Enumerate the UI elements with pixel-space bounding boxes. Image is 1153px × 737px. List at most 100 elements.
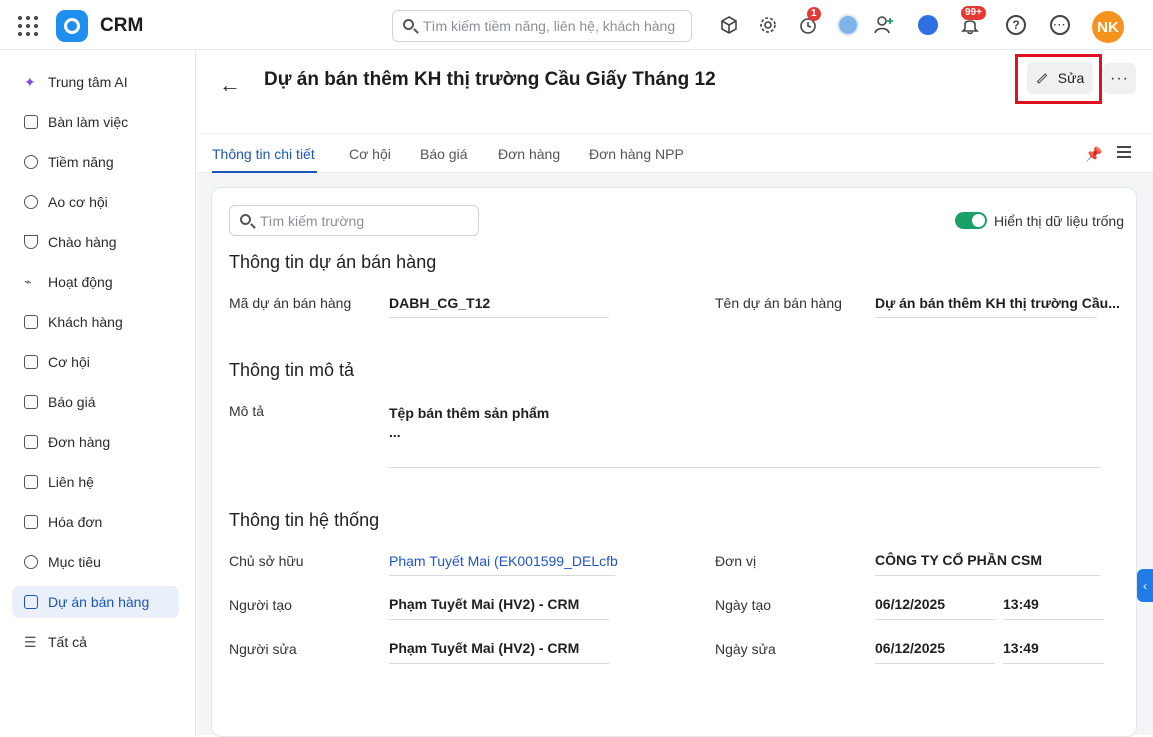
box-search-icon[interactable] [717, 13, 741, 37]
tab-quotes[interactable]: Báo giá [420, 146, 467, 162]
field-underline [389, 467, 1100, 468]
contact-icon [24, 475, 38, 489]
top-bar: CRM Tìm kiếm tiềm năng, liên hệ, khách h… [0, 0, 1153, 50]
section-title-description: Thông tin mô tả [229, 360, 355, 380]
detail-card: Tìm kiếm trường Hiển thị dữ liệu trống T… [211, 187, 1137, 737]
field-value-unit[interactable]: CÔNG TY CỔ PHẦN CSM [875, 552, 1042, 568]
field-value-code[interactable]: DABH_CG_T12 [389, 295, 490, 311]
invoice-icon [24, 515, 38, 529]
settings-sliders-icon[interactable] [1117, 146, 1131, 158]
goal-icon [24, 555, 38, 569]
field-underline [389, 663, 609, 664]
app-title: CRM [100, 15, 144, 36]
show-empty-toggle[interactable] [955, 212, 987, 229]
field-underline [389, 317, 609, 318]
sidebar-item-activities[interactable]: ⌁ Hoạt động [12, 266, 179, 298]
back-arrow-icon[interactable]: ← [219, 72, 241, 98]
sidebar-item-label: Tiềm năng [48, 154, 114, 170]
field-value-creator[interactable]: Phạm Tuyết Mai (HV2) - CRM [389, 596, 579, 612]
collapse-panel-chevron-icon[interactable]: ‹ [1137, 569, 1153, 602]
page-title: Dự án bán thêm KH thị trường Cầu Giấy Th… [264, 69, 716, 90]
section-title-project: Thông tin dự án bán hàng [229, 252, 437, 272]
main-content: ← Dự án bán thêm KH thị trường Cầu Giấy … [197, 50, 1153, 737]
sidebar-item-label: Đơn hàng [48, 434, 111, 450]
building-icon [24, 315, 38, 329]
field-underline [1003, 663, 1104, 664]
pulse-icon: ⌁ [24, 274, 32, 289]
field-label-unit: Đơn vị [715, 553, 757, 569]
field-value-editor[interactable]: Phạm Tuyết Mai (HV2) - CRM [389, 640, 579, 656]
sidebar-item-label: Ao cơ hội [48, 194, 108, 210]
field-underline [875, 575, 1100, 576]
section-title-system: Thông tin hệ thống [229, 510, 380, 530]
robot-avatar-icon[interactable] [836, 13, 860, 37]
sidebar-item-goals[interactable]: Mục tiêu [12, 546, 179, 578]
sidebar-item-label: Hóa đơn [48, 514, 103, 530]
sidebar-item-offers[interactable]: Chào hàng [12, 226, 179, 258]
help-icon[interactable]: ? [1004, 13, 1028, 37]
bell-icon[interactable]: 99+ [958, 6, 986, 37]
tab-details[interactable]: Thông tin chi tiết [212, 146, 315, 162]
sidebar-item-label: Dự án bán hàng [48, 594, 150, 610]
sidebar-item-label: Hoạt động [48, 274, 113, 290]
sidebar-item-opportunity-pool[interactable]: Ao cơ hội [12, 186, 179, 218]
tab-bar: Thông tin chi tiết Cơ hội Báo giá Đơn hà… [197, 133, 1153, 173]
grid-icon [24, 595, 38, 609]
field-underline [389, 575, 615, 576]
field-value-created-date[interactable]: 06/12/2025 [875, 596, 945, 612]
sidebar-item-opportunities[interactable]: Cơ hội [12, 346, 179, 378]
sidebar-item-label: Mục tiêu [48, 554, 101, 570]
sidebar-item-customers[interactable]: Khách hàng [12, 306, 179, 338]
field-label-editor: Người sửa [229, 641, 297, 657]
field-value-description-line1[interactable]: Tệp bán thêm sản phẩm [389, 405, 549, 421]
user-avatar[interactable]: NK [1092, 11, 1124, 43]
timer-badge: 1 [807, 7, 821, 21]
add-user-icon[interactable] [872, 13, 896, 37]
field-value-owner-link[interactable]: Phạm Tuyết Mai (EK001599_DELcfb [389, 553, 618, 569]
target-icon [24, 155, 38, 169]
field-underline [875, 317, 1097, 318]
search-icon [240, 214, 251, 225]
field-search-input[interactable]: Tìm kiếm trường [229, 205, 479, 236]
notification-badge: 99+ [961, 6, 986, 20]
sidebar-item-leads[interactable]: Tiềm năng [12, 146, 179, 178]
field-label-created-date: Ngày tạo [715, 597, 772, 613]
sidebar-item-workspace[interactable]: Bàn làm việc [12, 106, 179, 138]
search-icon [403, 19, 414, 30]
sidebar-item-ai-center[interactable]: ✦ Trung tâm AI [12, 66, 179, 98]
field-value-edited-time[interactable]: 13:49 [1003, 640, 1039, 656]
sidebar-item-all[interactable]: ☰ Tất cả [12, 626, 179, 658]
settings-gear-icon[interactable] [756, 13, 780, 37]
field-underline [389, 619, 609, 620]
cart-icon [24, 435, 38, 449]
edit-button-highlight [1015, 54, 1102, 104]
sidebar-item-label: Cơ hội [48, 354, 90, 370]
chat-icon[interactable] [916, 13, 940, 37]
sidebar-item-contacts[interactable]: Liên hệ [12, 466, 179, 498]
field-value-created-time[interactable]: 13:49 [1003, 596, 1039, 612]
sidebar-item-orders[interactable]: Đơn hàng [12, 426, 179, 458]
field-label-owner: Chủ sở hữu [229, 553, 304, 569]
timer-icon[interactable]: 1 [796, 7, 821, 37]
magnet-icon [24, 235, 38, 249]
field-value-description-line2[interactable]: ... [389, 424, 401, 440]
tab-orders[interactable]: Đơn hàng [498, 146, 560, 162]
global-search-input[interactable]: Tìm kiếm tiềm năng, liên hệ, khách hàng [392, 10, 692, 42]
pin-icon[interactable]: 📌 [1085, 146, 1102, 163]
sidebar-item-quotes[interactable]: Báo giá [12, 386, 179, 418]
field-value-edited-date[interactable]: 06/12/2025 [875, 640, 945, 656]
more-actions-button[interactable]: ··· [1103, 63, 1136, 94]
field-label-edited-date: Ngày sửa [715, 641, 776, 657]
sidebar-item-sales-projects[interactable]: Dự án bán hàng [12, 586, 179, 618]
field-search-placeholder: Tìm kiếm trường [260, 213, 365, 229]
sidebar-item-invoices[interactable]: Hóa đơn [12, 506, 179, 538]
more-apps-icon[interactable]: ··· [1048, 13, 1072, 37]
field-underline [875, 619, 995, 620]
crm-logo [56, 10, 88, 42]
tab-opportunities[interactable]: Cơ hội [349, 146, 391, 162]
field-value-name[interactable]: Dự án bán thêm KH thị trường Cầu... [875, 295, 1120, 311]
field-label-creator: Người tạo [229, 597, 292, 613]
field-label-code: Mã dự án bán hàng [229, 295, 352, 311]
tab-distributor-orders[interactable]: Đơn hàng NPP [589, 146, 684, 162]
app-launcher-icon[interactable] [18, 16, 38, 36]
